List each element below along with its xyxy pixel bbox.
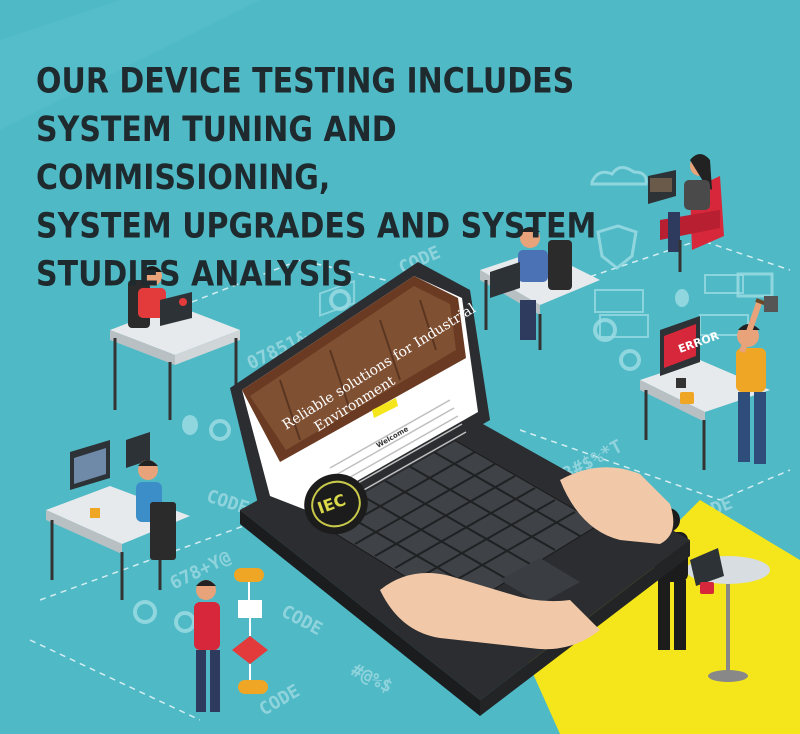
headline-line: STUDIES ANALYSIS — [36, 254, 354, 295]
headline-line: OUR DEVICE TESTING INCLUDES — [36, 61, 575, 102]
worker-flowchart — [194, 568, 268, 712]
worker-monitor-desk — [46, 432, 190, 600]
headline-line: SYSTEM TUNING AND COMMISSIONING, — [36, 109, 397, 199]
page-headline: OUR DEVICE TESTING INCLUDES SYSTEM TUNIN… — [36, 58, 656, 300]
headline-line: SYSTEM UPGRADES AND SYSTEM — [36, 206, 597, 247]
worker-hammer-error — [640, 296, 778, 470]
worker-red-chair — [648, 154, 724, 272]
illustration-scene: CODE CODE CODE CODE CODE 07851& 678+Y@ 3… — [0, 0, 800, 734]
